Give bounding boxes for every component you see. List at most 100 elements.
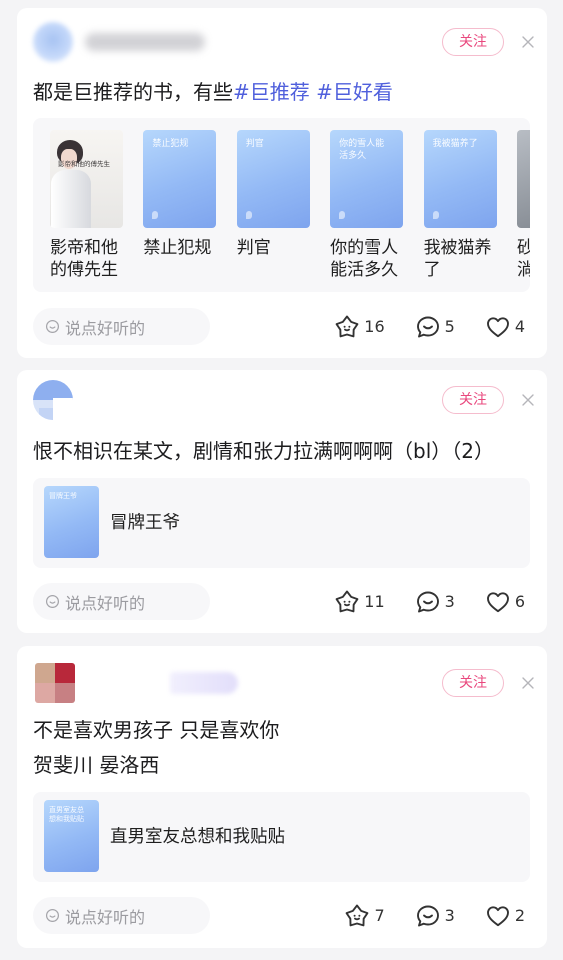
avatar-pixel [53, 398, 73, 420]
comment-button[interactable]: 5 [415, 314, 455, 340]
post-text: 恨不相识在某文，剧情和张力拉满啊啊啊（bl）（2） [33, 436, 531, 466]
avatar-pixel [39, 408, 53, 420]
username-blurred[interactable] [85, 33, 205, 51]
cover-title: 判官 [245, 139, 264, 149]
heart-icon [486, 905, 509, 926]
heart-icon [486, 316, 509, 337]
like-button[interactable]: 2 [485, 903, 525, 929]
book-cover: 影帝和他的傅先生 [50, 130, 123, 228]
star-face-icon [335, 315, 359, 337]
avatar-pixel [55, 663, 75, 683]
star-face-icon [346, 904, 369, 926]
comment-placeholder: 说点好听的 [65, 318, 146, 338]
book-shelf[interactable]: 影帝和他的傅先生 影帝和他的傅先生 禁止犯规 禁止犯规 判官 判官 你的雪人能活… [33, 118, 530, 292]
book-title: 影帝和他的傅先生 [50, 238, 118, 280]
book-title: 我被猫养了 [423, 238, 492, 280]
book-item[interactable]: 砂 淌 [516, 130, 530, 281]
book-cover [516, 130, 530, 228]
post-card[interactable]: 关注 不是喜欢男孩子 只是喜欢你 贺斐川 晏洛西 直男室友总想和我贴贴 直男室友… [17, 646, 547, 948]
comment-count: 3 [444, 906, 455, 925]
reaction-count: 7 [374, 906, 385, 925]
follow-button[interactable]: 关注 [442, 386, 504, 414]
book-item[interactable]: 你的雪人能活多久 你的雪人能活多久 [330, 130, 404, 281]
like-count: 2 [514, 906, 525, 925]
book-item[interactable]: 判官 判官 [236, 130, 310, 281]
post-body: 恨不相识在某文，剧情和张力拉满啊啊啊（bl）（2） [33, 439, 494, 463]
book-card[interactable]: 直男室友总想和我贴贴 直男室友总想和我贴贴 [33, 792, 530, 882]
book-cover: 我被猫养了 [423, 130, 497, 228]
post-card[interactable]: 关注 恨不相识在某文，剧情和张力拉满啊啊啊（bl）（2） 冒牌王爷 冒牌王爷 说… [17, 370, 547, 633]
cover-logo [432, 211, 439, 219]
cover-logo [152, 211, 159, 219]
book-card[interactable]: 冒牌王爷 冒牌王爷 [33, 478, 530, 568]
post-actions: 说点好听的 7 3 2 [17, 897, 547, 934]
comment-count: 5 [444, 317, 455, 336]
post-card[interactable]: 关注 都是巨推荐的书，有些#巨推荐 #巨好看 影帝和他的傅先生 影帝和他的傅先生… [17, 8, 547, 358]
follow-button[interactable]: 关注 [442, 669, 504, 697]
book-title: 冒牌王爷 [110, 513, 180, 533]
book-item[interactable]: 禁止犯规 禁止犯规 [143, 130, 217, 281]
like-count: 4 [514, 317, 525, 336]
comment-input[interactable]: 说点好听的 [33, 308, 210, 345]
close-icon[interactable] [521, 393, 535, 407]
cover-title: 影帝和他的傅先生 [58, 160, 110, 168]
avatar-pixel [35, 663, 55, 683]
cover-title: 你的雪人能活多久 [339, 139, 385, 161]
comment-button[interactable]: 3 [415, 903, 455, 929]
post-text: 不是喜欢男孩子 只是喜欢你 贺斐川 晏洛西 [33, 713, 531, 783]
comment-placeholder: 说点好听的 [65, 593, 146, 613]
close-icon[interactable] [521, 676, 535, 690]
reaction-button[interactable]: 16 [334, 314, 385, 340]
stats: 11 3 6 [334, 583, 525, 620]
avatar[interactable] [35, 663, 75, 703]
book-cover: 冒牌王爷 [44, 486, 99, 558]
comment-input[interactable]: 说点好听的 [33, 897, 210, 934]
comment-button[interactable]: 3 [415, 589, 455, 615]
book-title: 禁止犯规 [143, 238, 212, 258]
avatar-pixel [35, 683, 55, 703]
cover-title: 直男室友总想和我贴贴 [49, 806, 84, 823]
book-list: 影帝和他的傅先生 影帝和他的傅先生 禁止犯规 禁止犯规 判官 判官 你的雪人能活… [33, 118, 530, 281]
comment-input[interactable]: 说点好听的 [33, 583, 210, 620]
heart-icon [486, 591, 509, 612]
smiley-bubble-icon [45, 319, 60, 334]
book-title: 砂 淌 [516, 238, 530, 280]
comment-bubble-icon [416, 905, 439, 926]
book-cover: 禁止犯规 [143, 130, 217, 228]
hashtag-link[interactable]: #巨推荐 #巨好看 [233, 80, 393, 104]
post-header: 关注 [17, 22, 547, 62]
like-button[interactable]: 6 [485, 589, 525, 615]
username-blurred[interactable] [170, 672, 238, 694]
stats: 16 5 4 [334, 308, 525, 345]
reaction-count: 11 [364, 592, 385, 611]
avatar[interactable] [33, 22, 73, 62]
smiley-bubble-icon [45, 908, 60, 923]
book-title: 你的雪人能活多久 [330, 238, 399, 280]
book-item[interactable]: 我被猫养了 我被猫养了 [423, 130, 497, 281]
cover-logo [245, 211, 252, 219]
book-item[interactable]: 影帝和他的傅先生 影帝和他的傅先生 [50, 130, 123, 281]
post-header: 关注 [17, 380, 547, 420]
comment-count: 3 [444, 592, 455, 611]
like-count: 6 [514, 592, 525, 611]
reaction-button[interactable]: 11 [334, 589, 385, 615]
avatar-pixel [55, 683, 75, 703]
follow-button[interactable]: 关注 [442, 28, 504, 56]
post-body: 都是巨推荐的书，有些 [33, 80, 233, 104]
reaction-button[interactable]: 7 [344, 903, 385, 929]
close-icon[interactable] [521, 35, 535, 49]
avatar-pixel [33, 380, 73, 400]
book-cover: 直男室友总想和我贴贴 [44, 800, 99, 872]
cover-title: 冒牌王爷 [49, 492, 77, 500]
star-face-icon [335, 590, 359, 612]
post-header: 关注 [17, 663, 547, 703]
post-actions: 说点好听的 16 5 4 [17, 308, 547, 345]
like-button[interactable]: 4 [485, 314, 525, 340]
book-title: 判官 [236, 238, 271, 258]
cover-logo [339, 211, 346, 219]
avatar[interactable] [33, 380, 73, 420]
cover-title: 禁止犯规 [152, 139, 189, 149]
book-cover: 判官 [236, 130, 310, 228]
stats: 7 3 2 [344, 897, 525, 934]
reaction-count: 16 [364, 317, 385, 336]
